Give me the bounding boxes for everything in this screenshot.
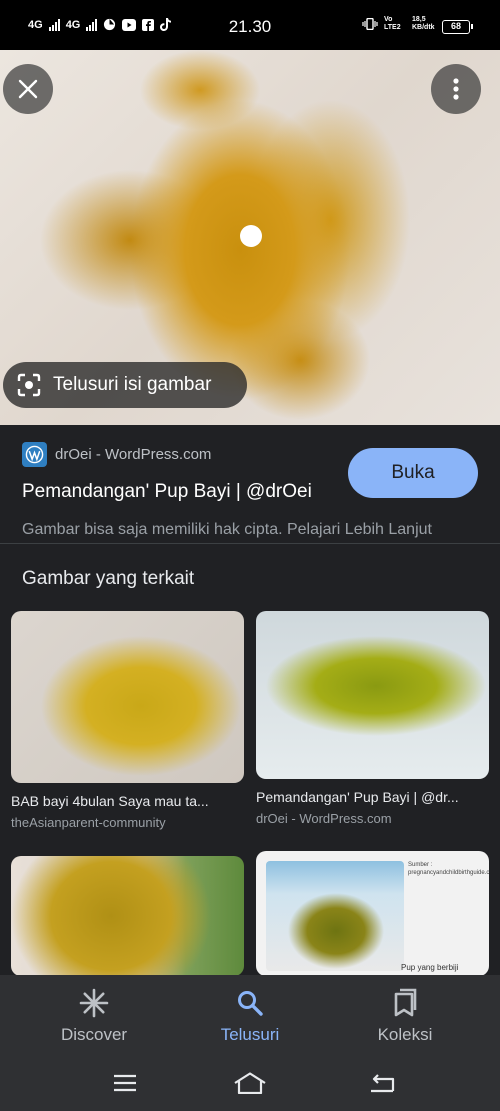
close-icon — [18, 79, 38, 99]
recents-button[interactable] — [105, 1069, 145, 1097]
related-title-2: Pemandangan' Pup Bayi | @dr... — [256, 789, 459, 805]
source-site-name: drOei - WordPress.com — [55, 446, 212, 463]
more-options-button[interactable] — [431, 64, 481, 114]
related-source-2: drOei - WordPress.com — [256, 811, 392, 826]
battery-icon: 68 — [442, 20, 473, 34]
related-card-3[interactable] — [11, 856, 244, 976]
source-card: drOei - WordPress.com Pemandangan' Pup B… — [0, 425, 500, 543]
related-card-1[interactable]: BAB bayi 4bulan Saya mau ta... theAsianp… — [11, 611, 244, 830]
asterisk-icon — [79, 988, 109, 1018]
related-source-1: theAsianparent-community — [11, 815, 166, 830]
nav-collections-label: Koleksi — [377, 1025, 433, 1044]
lens-search-button[interactable]: Telusuri isi gambar — [3, 362, 247, 408]
search-icon — [238, 991, 263, 1016]
lens-icon — [17, 373, 41, 397]
open-button[interactable]: Buka — [348, 448, 478, 498]
system-navigation — [0, 1055, 500, 1111]
related-card-2[interactable]: Pemandangan' Pup Bayi | @dr... drOei - W… — [256, 611, 489, 826]
back-icon — [371, 1074, 395, 1093]
more-vert-icon — [453, 78, 459, 100]
wordpress-icon — [22, 442, 47, 467]
related-heading: Gambar yang terkait — [22, 568, 195, 589]
nav-search-label: Telusuri — [220, 1025, 280, 1044]
vibrate-icon — [362, 18, 378, 30]
related-thumbnail-2[interactable] — [256, 611, 489, 779]
back-button[interactable] — [362, 1069, 402, 1097]
nav-discover-label: Discover — [60, 1025, 128, 1044]
collections-icon — [394, 988, 417, 1017]
thumbnail-caption: Pup yang berbiji — [401, 963, 459, 972]
volte-label: Vo LTE2 — [384, 16, 401, 31]
home-icon — [234, 1072, 266, 1094]
related-thumbnail-4[interactable]: Sumber : pregnancyandchildbirthguide.com… — [256, 851, 489, 976]
status-bar: 4G 4G 21.30 Vo LTE2 18,5 KB/dtk 68 — [0, 0, 500, 50]
nav-search[interactable]: Telusuri — [190, 987, 310, 1045]
related-thumbnail-3[interactable] — [11, 856, 244, 976]
copyright-notice[interactable]: Gambar bisa saja memiliki hak cipta. Pel… — [22, 521, 432, 539]
related-thumbnail-1[interactable] — [11, 611, 244, 783]
nav-discover[interactable]: Discover — [34, 987, 154, 1045]
home-button[interactable] — [230, 1069, 270, 1097]
menu-icon — [114, 1074, 136, 1092]
lens-label: Telusuri isi gambar — [53, 374, 212, 395]
related-title-1: BAB bayi 4bulan Saya mau ta... — [11, 793, 209, 809]
lens-focus-dot[interactable] — [240, 225, 262, 247]
related-card-4[interactable]: Sumber : pregnancyandchildbirthguide.com… — [256, 851, 489, 976]
status-right: Vo LTE2 18,5 KB/dtk — [362, 16, 438, 32]
nav-collections[interactable]: Koleksi — [345, 987, 465, 1045]
bottom-navigation: Discover Telusuri Koleksi — [0, 975, 500, 1055]
close-button[interactable] — [3, 64, 53, 114]
image-viewer[interactable]: Telusuri isi gambar — [0, 50, 500, 425]
divider — [0, 543, 500, 544]
diaper-photo — [266, 861, 404, 971]
speed-label: 18,5 KB/dtk — [412, 16, 435, 31]
thumbnail-source-note: Sumber : pregnancyandchildbirthguide.com — [408, 862, 489, 876]
source-site-row[interactable]: drOei - WordPress.com — [22, 442, 211, 467]
source-title[interactable]: Pemandangan' Pup Bayi | @drOei — [22, 481, 312, 503]
